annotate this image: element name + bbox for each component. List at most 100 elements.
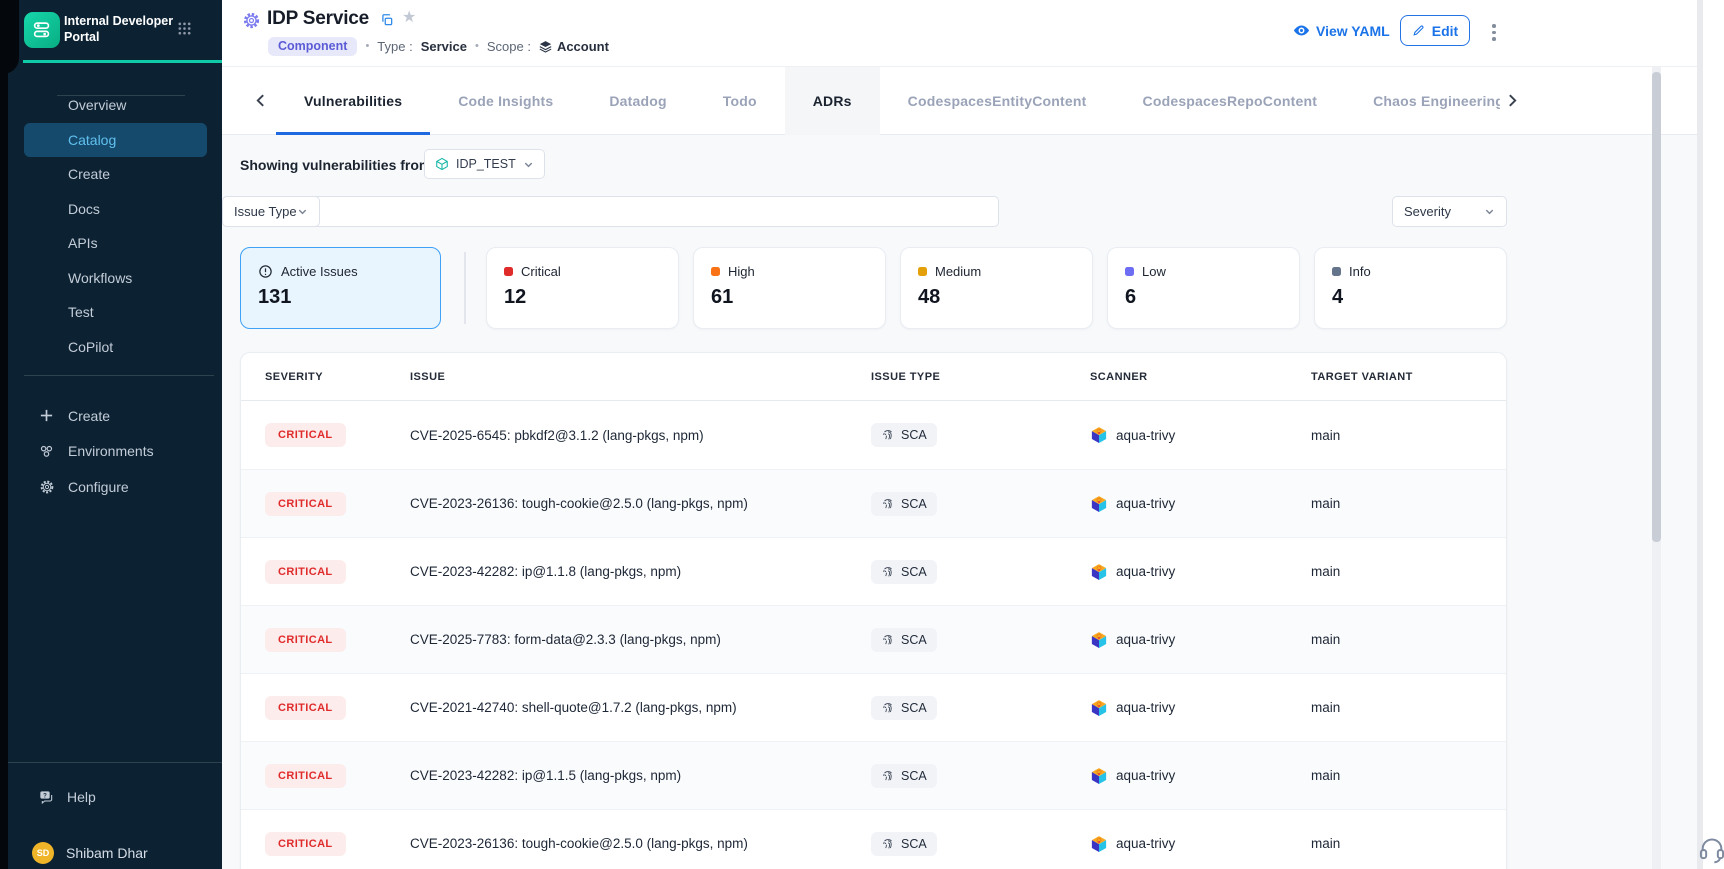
chevron-down-icon	[297, 206, 308, 217]
column-header-issue: ISSUE	[386, 371, 847, 383]
column-header-issue-type: ISSUE TYPE	[847, 371, 1066, 383]
tab-todo[interactable]: Todo	[695, 67, 785, 135]
stat-card-critical[interactable]: Critical 12	[486, 247, 679, 329]
filter-issue-type[interactable]: Issue Type	[222, 196, 320, 227]
stat-card-low[interactable]: Low 6	[1107, 247, 1300, 329]
support-headset-icon[interactable]	[1697, 836, 1724, 864]
target-variant: main	[1287, 836, 1506, 851]
dot-separator: •	[365, 40, 369, 52]
table-row[interactable]: CRITICAL CVE-2023-26136: tough-cookie@2.…	[241, 469, 1506, 537]
copy-icon[interactable]	[380, 13, 394, 27]
stat-card-info[interactable]: Info 4	[1314, 247, 1507, 329]
table-row[interactable]: CRITICAL CVE-2025-6545: pbkdf2@3.1.2 (la…	[241, 401, 1506, 469]
sidebar-item-catalog[interactable]: Catalog	[24, 123, 207, 158]
help-label: Help	[67, 789, 96, 805]
more-options-icon[interactable]	[1488, 20, 1500, 45]
scope-value: Account	[557, 39, 609, 54]
entity-header: IDP Service ★ Component • Type : Service…	[222, 0, 1724, 66]
sidebar-item-apis[interactable]: APIs	[24, 226, 207, 261]
tabs-scroll-left-icon[interactable]	[254, 93, 267, 108]
showing-label: Showing vulnerabilities from	[240, 157, 431, 173]
trivy-scanner-icon	[1090, 767, 1108, 785]
severity-dot-icon	[504, 267, 513, 276]
tab-codespacesentitycontent[interactable]: CodespacesEntityContent	[880, 67, 1115, 135]
table-row[interactable]: CRITICAL CVE-2025-7783: form-data@2.3.3 …	[241, 605, 1506, 673]
kind-badge[interactable]: Component	[268, 37, 357, 56]
tab-code-insights[interactable]: Code Insights	[430, 67, 581, 135]
severity-stat-label: Critical	[521, 264, 561, 279]
avatar: SD	[32, 842, 54, 864]
tab-label: Code Insights	[458, 93, 553, 109]
fingerprint-icon	[881, 565, 895, 579]
tab-vulnerabilities[interactable]: Vulnerabilities	[276, 67, 430, 135]
scanner-name: aqua-trivy	[1116, 564, 1175, 579]
scrollbar-thumb[interactable]	[1652, 72, 1661, 542]
sidebar-item-copilot[interactable]: CoPilot	[24, 330, 207, 365]
cube-icon	[435, 157, 449, 171]
apps-grid-icon[interactable]	[177, 21, 192, 36]
tab-adrs[interactable]: ADRs	[785, 67, 880, 135]
tab-bar: Vulnerabilities Code Insights Datadog To…	[222, 66, 1724, 135]
target-variant: main	[1287, 632, 1506, 647]
chevron-down-icon	[1484, 206, 1495, 217]
issue-type-badge: SCA	[871, 492, 937, 516]
vulnerabilities-panel: Showing vulnerabilities from IDP_TEST Se…	[222, 136, 1724, 869]
sidebar-divider	[24, 375, 214, 376]
sidebar-action-configure[interactable]: Configure	[8, 469, 222, 505]
edit-button[interactable]: Edit	[1400, 15, 1470, 46]
favorite-star-icon[interactable]: ★	[402, 7, 416, 27]
trivy-scanner-icon	[1090, 699, 1108, 717]
sidebar-action-label: Create	[68, 408, 110, 424]
severity-dot-icon	[1332, 267, 1341, 276]
environments-icon	[38, 443, 55, 460]
scanner-name: aqua-trivy	[1116, 428, 1175, 443]
portal-title: Internal Developer Portal	[64, 13, 176, 45]
issue-text: CVE-2025-6545: pbkdf2@3.1.2 (lang-pkgs, …	[386, 428, 847, 443]
tab-datadog[interactable]: Datadog	[581, 67, 694, 135]
scanner-name: aqua-trivy	[1116, 496, 1175, 511]
sidebar-item-docs[interactable]: Docs	[24, 192, 207, 227]
filter-severity[interactable]: Severity	[1392, 196, 1507, 227]
sidebar-item-label: APIs	[68, 235, 98, 251]
tabs-scroll-right-icon[interactable]	[1506, 93, 1519, 108]
stat-card-high[interactable]: High 61	[693, 247, 886, 329]
project-selector[interactable]: IDP_TEST	[424, 149, 545, 179]
help-button[interactable]: ? Help	[8, 780, 222, 814]
severity-badge: CRITICAL	[265, 764, 346, 788]
user-name: Shibam Dhar	[66, 845, 148, 861]
sidebar-item-workflows[interactable]: Workflows	[24, 261, 207, 296]
table-row[interactable]: CRITICAL CVE-2021-42740: shell-quote@1.7…	[241, 673, 1506, 741]
severity-dot-icon	[918, 267, 927, 276]
severity-badge: CRITICAL	[265, 628, 346, 652]
issue-type-label: SCA	[901, 837, 927, 851]
target-variant: main	[1287, 768, 1506, 783]
tab-chaos-engineering[interactable]: Chaos Engineering	[1345, 67, 1500, 135]
table-body: CRITICAL CVE-2025-6545: pbkdf2@3.1.2 (la…	[241, 401, 1506, 869]
table-row[interactable]: CRITICAL CVE-2023-42282: ip@1.1.5 (lang-…	[241, 741, 1506, 809]
issue-text: CVE-2023-42282: ip@1.1.8 (lang-pkgs, npm…	[386, 564, 847, 579]
issue-text: CVE-2021-42740: shell-quote@1.7.2 (lang-…	[386, 700, 847, 715]
active-issues-card[interactable]: Active Issues 131	[240, 247, 441, 329]
user-menu[interactable]: SD Shibam Dhar	[8, 836, 222, 869]
type-label: Type :	[377, 39, 412, 54]
issue-type-badge: SCA	[871, 832, 937, 856]
stat-card-medium[interactable]: Medium 48	[900, 247, 1093, 329]
sidebar-item-test[interactable]: Test	[24, 295, 207, 330]
search-input[interactable]	[274, 204, 987, 219]
active-issues-label: Active Issues	[281, 264, 358, 279]
tab-label: Vulnerabilities	[304, 93, 402, 109]
issue-text: CVE-2023-42282: ip@1.1.5 (lang-pkgs, npm…	[386, 768, 847, 783]
scanner-name: aqua-trivy	[1116, 632, 1175, 647]
issue-type-badge: SCA	[871, 696, 937, 720]
table-row[interactable]: CRITICAL CVE-2023-42282: ip@1.1.8 (lang-…	[241, 537, 1506, 605]
sidebar-item-label: Test	[68, 304, 94, 320]
sidebar-item-overview[interactable]: Overview	[24, 88, 207, 123]
table-row[interactable]: CRITICAL CVE-2023-26136: tough-cookie@2.…	[241, 809, 1506, 869]
main-area: IDP Service ★ Component • Type : Service…	[222, 0, 1724, 869]
plus-icon	[38, 408, 55, 423]
tab-codespacesrepocontent[interactable]: CodespacesRepoContent	[1115, 67, 1346, 135]
sidebar-action-create[interactable]: Create	[8, 398, 222, 434]
sidebar-action-environments[interactable]: Environments	[8, 434, 222, 470]
view-yaml-button[interactable]: View YAML	[1293, 22, 1390, 39]
sidebar-item-create[interactable]: Create	[24, 157, 207, 192]
